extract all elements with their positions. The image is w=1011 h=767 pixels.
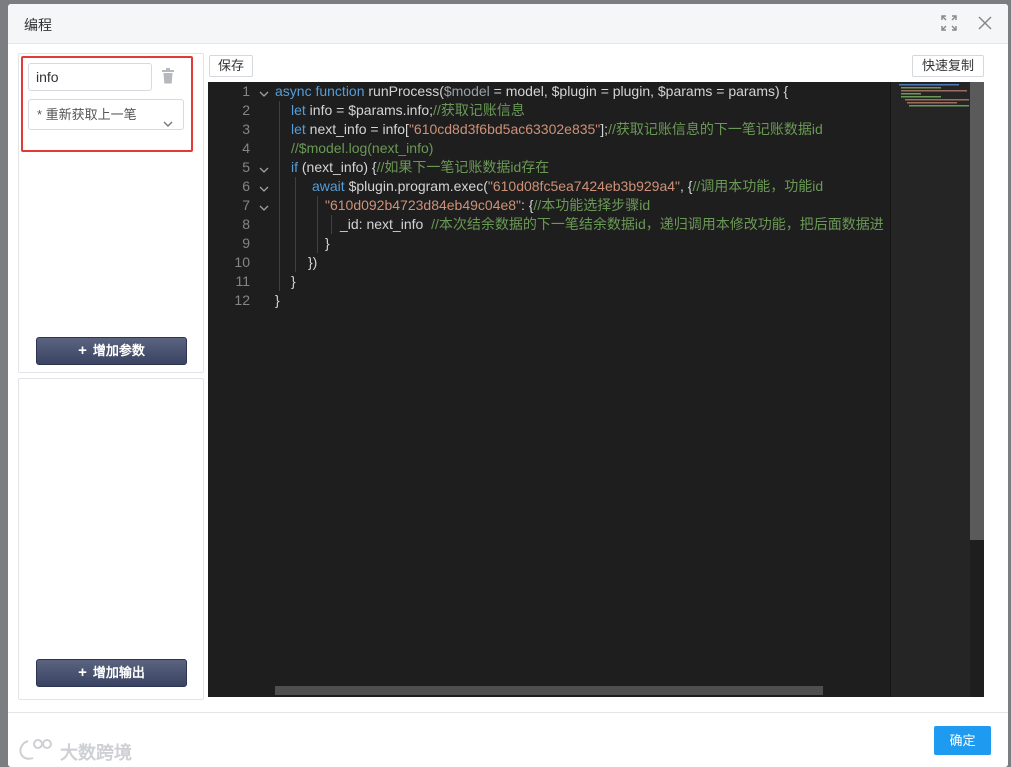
line-number: 12 xyxy=(234,292,250,308)
add-output-label: 增加输出 xyxy=(92,665,145,680)
watermark-logo-icon xyxy=(19,739,52,760)
dialog-footer-divider xyxy=(8,712,1008,713)
code-line: } xyxy=(275,292,280,308)
code-editor[interactable]: 1 2 3 4 5 6 7 8 9 10 11 12 async functio… xyxy=(208,82,984,697)
code-area[interactable]: async function runProcess($model = model… xyxy=(275,82,895,697)
vertical-scrollbar[interactable] xyxy=(970,82,984,697)
indent-guide xyxy=(331,215,332,234)
code-line: "610d092b4723d84eb49c04e8": {//本功能选择步骤id xyxy=(325,197,651,213)
horizontal-scrollbar-thumb[interactable] xyxy=(275,686,823,695)
line-number: 5 xyxy=(242,159,250,175)
indent-guide xyxy=(317,196,318,253)
line-number: 7 xyxy=(242,197,250,213)
indent-guide xyxy=(279,101,280,291)
line-number: 8 xyxy=(242,216,250,232)
dialog-title: 编程 xyxy=(24,17,52,33)
close-icon[interactable] xyxy=(976,14,994,32)
line-number: 6 xyxy=(242,178,250,194)
delete-param-icon[interactable] xyxy=(161,68,175,84)
fold-chevron-icon[interactable] xyxy=(258,162,270,180)
indent-guide xyxy=(295,177,296,272)
code-line: _id: next_info //本次结余数据的下一笔结余数据id，递归调用本修… xyxy=(340,216,884,232)
param-source-value: * 重新获取上一笔 xyxy=(37,107,137,122)
maximize-icon[interactable] xyxy=(940,14,958,32)
confirm-button[interactable]: 确定 xyxy=(934,726,991,755)
fold-chevron-icon[interactable] xyxy=(258,200,270,218)
code-line: //$model.log(next_info) xyxy=(291,140,434,156)
chevron-down-icon xyxy=(162,110,174,139)
code-line: let info = $params.info;//获取记账信息 xyxy=(291,102,525,118)
code-line: } xyxy=(325,235,330,251)
quick-copy-button[interactable]: 快速复制 xyxy=(912,55,984,77)
line-number: 3 xyxy=(242,121,250,137)
watermark: 大数跨境 xyxy=(16,737,132,765)
vertical-scrollbar-thumb[interactable] xyxy=(970,82,984,540)
add-param-label: 增加参数 xyxy=(92,343,145,358)
plus-icon: + xyxy=(78,664,87,681)
code-line: let next_info = info["610cd8d3f6bd5ac633… xyxy=(291,121,823,137)
line-number: 11 xyxy=(235,273,250,289)
line-number-gutter: 1 2 3 4 5 6 7 8 9 10 11 12 xyxy=(208,82,272,697)
line-number: 2 xyxy=(242,102,250,118)
plus-icon: + xyxy=(78,342,87,359)
code-line: async function runProcess($model = model… xyxy=(275,83,789,99)
param-source-select[interactable]: * 重新获取上一笔 xyxy=(28,99,184,130)
outputs-panel xyxy=(18,378,204,700)
line-number: 4 xyxy=(242,140,250,156)
fold-chevron-icon[interactable] xyxy=(258,181,270,199)
line-number: 10 xyxy=(234,254,250,270)
line-number: 1 xyxy=(242,83,250,99)
programming-dialog: 编程 * 重新获取上一笔 + 增加参数 + 增加输出 xyxy=(8,4,1008,767)
line-number: 9 xyxy=(242,235,250,251)
watermark-text: 大数跨境 xyxy=(60,743,132,763)
add-output-button[interactable]: + 增加输出 xyxy=(36,659,187,687)
save-button[interactable]: 保存 xyxy=(209,55,253,77)
code-line: }) xyxy=(308,254,318,270)
code-line: if (next_info) {//如果下一笔记账数据id存在 xyxy=(291,159,550,175)
add-param-button[interactable]: + 增加参数 xyxy=(36,337,187,365)
dialog-header: 编程 xyxy=(8,4,1008,44)
code-line: await $plugin.program.exec("610d08fc5ea7… xyxy=(312,178,824,194)
code-line: } xyxy=(291,273,296,289)
code-minimap[interactable] xyxy=(890,82,970,697)
minimap-preview xyxy=(899,84,969,107)
fold-chevron-icon[interactable] xyxy=(258,86,270,104)
param-name-input[interactable] xyxy=(28,63,152,91)
